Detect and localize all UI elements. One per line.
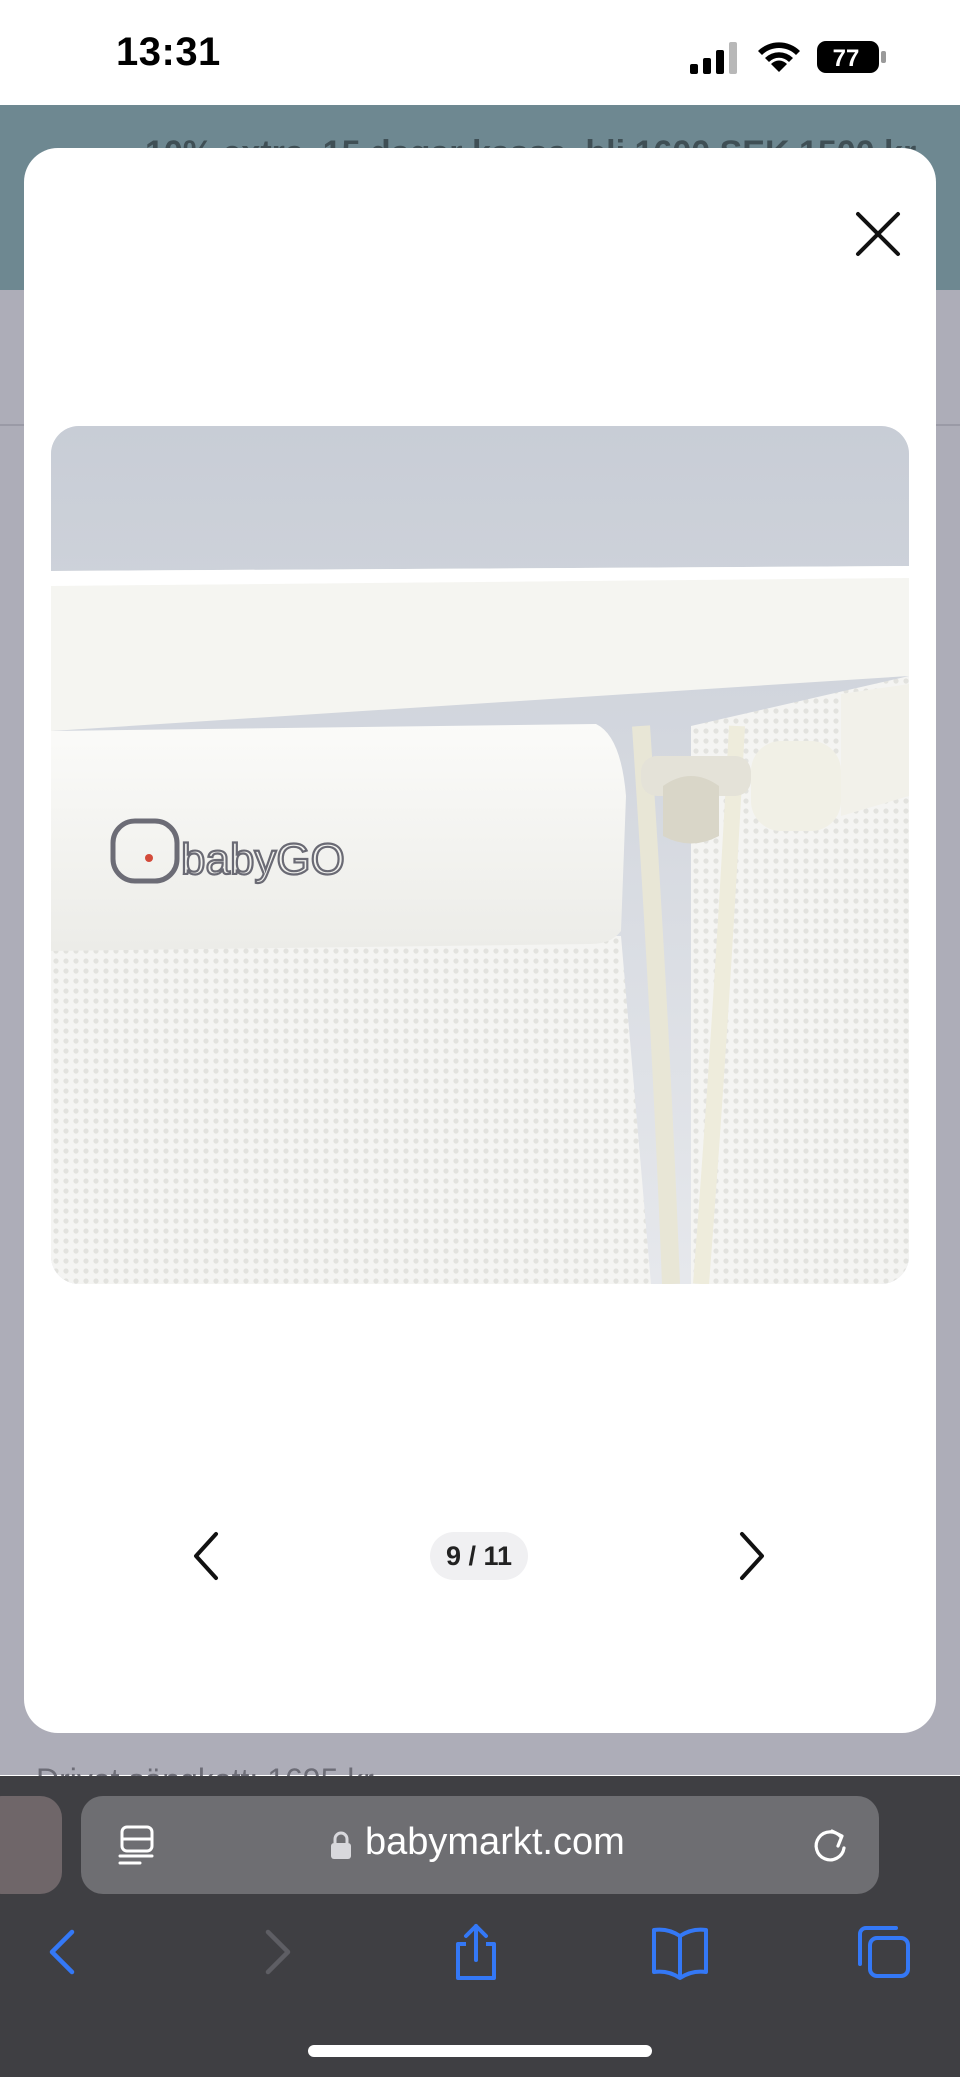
previous-tab-preview[interactable] xyxy=(0,1796,62,1894)
image-gallery-modal: babyGO 9 / 11 xyxy=(24,148,936,1733)
wifi-icon xyxy=(758,42,800,72)
close-icon[interactable] xyxy=(842,198,914,270)
battery-level: 77 xyxy=(833,45,860,72)
signal-icon xyxy=(690,42,737,74)
lock-icon xyxy=(331,1831,351,1859)
back-icon[interactable] xyxy=(36,1922,96,1982)
share-icon[interactable] xyxy=(446,1922,506,1982)
tabs-icon[interactable] xyxy=(854,1922,914,1982)
image-counter: 9 / 11 xyxy=(430,1532,528,1580)
reload-icon[interactable] xyxy=(808,1824,852,1868)
chevron-left-icon[interactable] xyxy=(182,1526,230,1586)
battery-icon: 77 xyxy=(817,41,886,73)
url-text[interactable]: babymarkt.com xyxy=(365,1821,625,1864)
product-photo: babyGO xyxy=(51,426,909,1284)
status-time: 13:31 xyxy=(116,30,221,74)
forward-icon[interactable] xyxy=(244,1922,304,1982)
babygo-logo-text: babyGO xyxy=(181,835,345,884)
home-indicator xyxy=(308,2045,652,2057)
bookmarks-icon[interactable] xyxy=(650,1922,710,1982)
reader-mode-icon[interactable] xyxy=(118,1823,158,1867)
status-bar: 13:31 77 xyxy=(0,0,960,105)
chevron-right-icon[interactable] xyxy=(728,1526,776,1586)
product-image: babyGO xyxy=(51,426,909,1284)
